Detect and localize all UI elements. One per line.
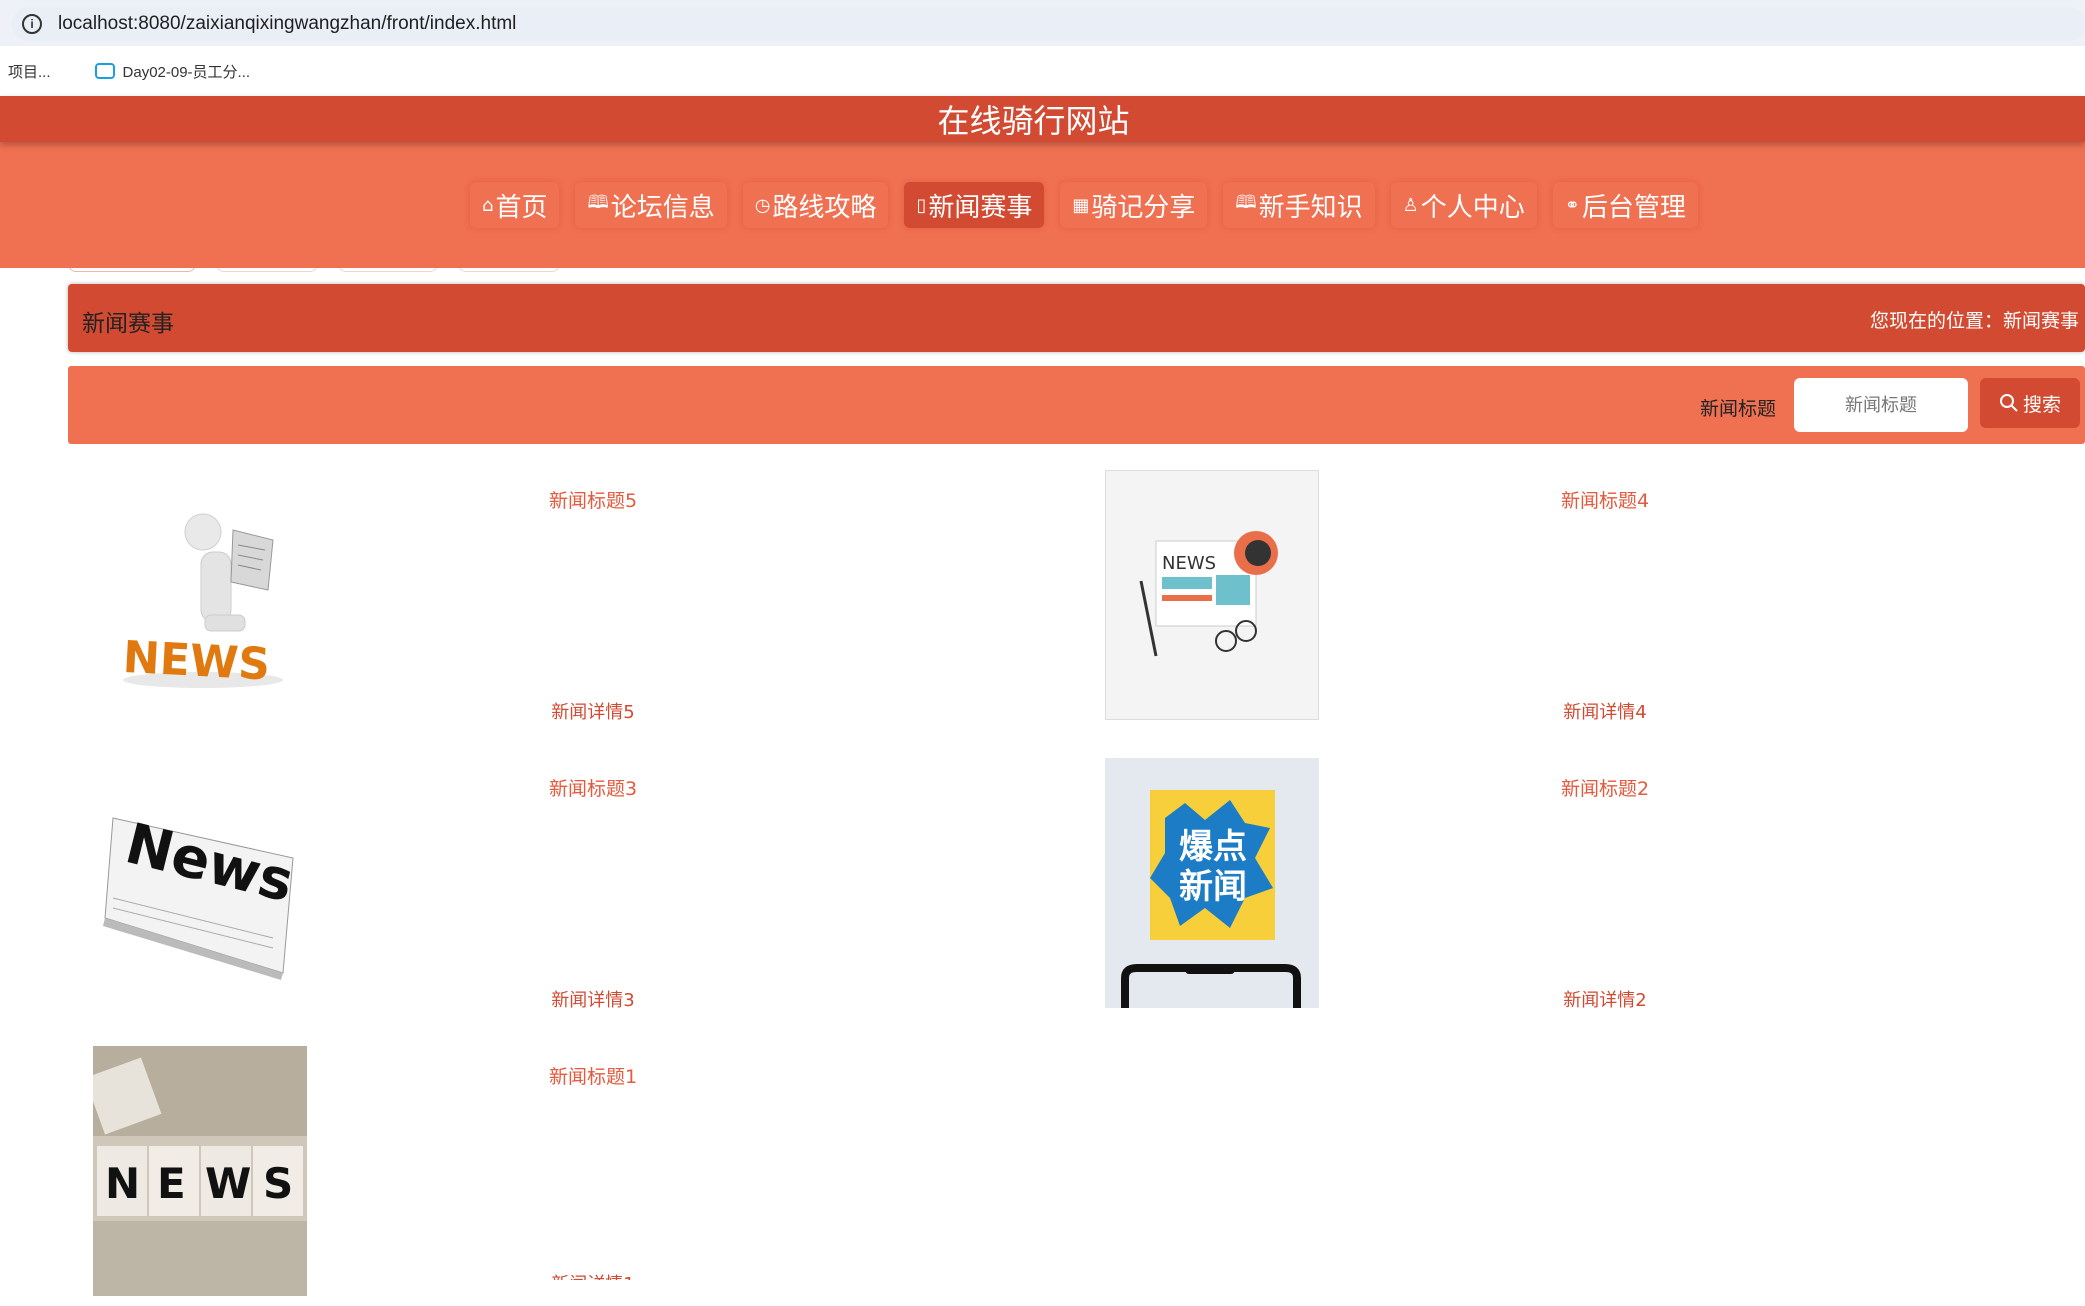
nav-item-label: 路线攻略 [772,192,877,223]
page-title: 新闻赛事 [82,311,174,337]
search-bar: 新闻标题 搜索 [68,366,2085,444]
book-icon: 🕮 [587,192,609,213]
news-title[interactable]: 新闻标题4 [1561,486,1649,513]
bookmark-label: 项目... [8,63,51,81]
nav-item-label: 新手知识 [1258,192,1363,223]
image-text: W [205,1159,251,1208]
news-title[interactable]: 新闻标题1 [549,1062,637,1089]
news-card[interactable]: 爆点 新闻 新闻标题2 新闻详情2 [1105,758,2085,1018]
nav-item[interactable]: ⚭ 后台管理 [1553,182,1698,228]
news-detail: 新闻详情5 [551,702,635,723]
breadcrumb: 新闻赛事 您现在的位置：新闻赛事 [68,284,2085,352]
news-title[interactable]: 新闻标题2 [1561,774,1649,801]
news-detail: 新闻详情1 [551,1270,634,1280]
news-thumbnail[interactable]: NEWS [93,470,307,720]
news-detail: 新闻详情4 [1563,702,1647,723]
image-text: N [105,1159,140,1208]
nav-item-label: 骑记分享 [1091,192,1196,223]
bookmark-label: Day02-09-员工分... [122,63,251,81]
image-text: E [157,1159,186,1208]
news-card[interactable]: News 新闻标题3 新闻详情3 [93,758,1093,1018]
svg-text:新闻: 新闻 [1179,867,1247,907]
clock-icon: ◷ [754,194,771,216]
news-card[interactable]: NEWS 新闻标题5 新闻详情5 [93,470,1093,730]
svg-text:爆点: 爆点 [1179,827,1247,867]
home-icon: ⌂ [482,194,494,216]
nav-item[interactable]: ⌂ 首页 [470,182,559,228]
book-open-icon: 🕮 [1235,192,1257,213]
search-button-label: 搜索 [2022,393,2061,416]
bookmark-item-project[interactable]: 项目... [0,61,51,82]
nav-item-label: 论坛信息 [610,192,715,223]
nav-item-label: 后台管理 [1581,192,1686,223]
news-detail: 新闻详情2 [1563,990,1647,1011]
bookmark-item-day02[interactable]: Day02-09-员工分... [94,61,251,82]
browser-address-bar: i localhost:8080/zaixianqixingwangzhan/f… [0,0,2085,46]
image-text: NEWS [122,632,272,691]
nav-item[interactable]: ▦ 骑记分享 [1060,182,1207,228]
bookmarks-bar: 项目... Day02-09-员工分... [0,46,2085,96]
news-thumbnail[interactable]: N E W S [93,1046,307,1296]
nav-item-label: 个人中心 [1420,192,1525,223]
bilibili-icon [94,63,115,79]
site-title: 在线骑行网站 [937,102,1130,140]
news-detail: 新闻详情3 [551,990,635,1011]
search-icon [1999,394,2018,412]
news-card[interactable]: N E W S 新闻标题1 新闻详情1 [93,1046,1093,1306]
site-header: 在线骑行网站 [0,96,2085,142]
news-thumbnail[interactable]: NEWS [1105,470,1319,720]
nav-item[interactable]: 🕮 论坛信息 [575,182,726,228]
main-nav: ⌂ 首页 🕮 论坛信息 ◷ 路线攻略 ▯ 新闻赛事 ▦ 骑记分享 🕮 新手知识 ♙ 个人中心 ⚭ 后台管理 [0,142,2085,268]
search-button[interactable]: 搜索 [1980,378,2080,428]
calendar-icon: ▦ [1072,194,1090,216]
breadcrumb-location: 您现在的位置：新闻赛事 [1869,310,2079,332]
image-text: NEWS [1162,553,1216,574]
link-icon: ⚭ [1564,194,1580,216]
nav-list: ⌂ 首页 🕮 论坛信息 ◷ 路线攻略 ▯ 新闻赛事 ▦ 骑记分享 🕮 新手知识 ♙ 个人中心 ⚭ 后台管理 [470,182,1714,228]
nav-item-label: 首页 [495,192,548,223]
news-card[interactable]: NEWS 新闻标题4 新闻详情4 [1105,470,2085,730]
url-field[interactable]: i localhost:8080/zaixianqixingwangzhan/f… [12,7,2085,41]
document-icon: ▯ [916,194,927,216]
news-title[interactable]: 新闻标题5 [549,486,637,513]
url-text: localhost:8080/zaixianqixingwangzhan/fro… [58,13,517,34]
nav-item[interactable]: ▯ 新闻赛事 [904,182,1045,228]
user-icon: ♙ [1402,194,1419,216]
nav-item[interactable]: 🕮 新手知识 [1223,182,1374,228]
search-input[interactable] [1794,378,1968,432]
nav-item-label: 新闻赛事 [928,192,1033,223]
search-label: 新闻标题 [1700,398,1777,420]
news-thumbnail[interactable]: News [93,758,307,1008]
news-thumbnail[interactable]: 爆点 新闻 [1105,758,1319,1008]
image-text: S [263,1159,293,1208]
site-info-icon[interactable]: i [22,14,42,34]
news-title[interactable]: 新闻标题3 [549,774,637,801]
nav-item[interactable]: ◷ 路线攻略 [743,182,889,228]
nav-item[interactable]: ♙ 个人中心 [1391,182,1537,228]
